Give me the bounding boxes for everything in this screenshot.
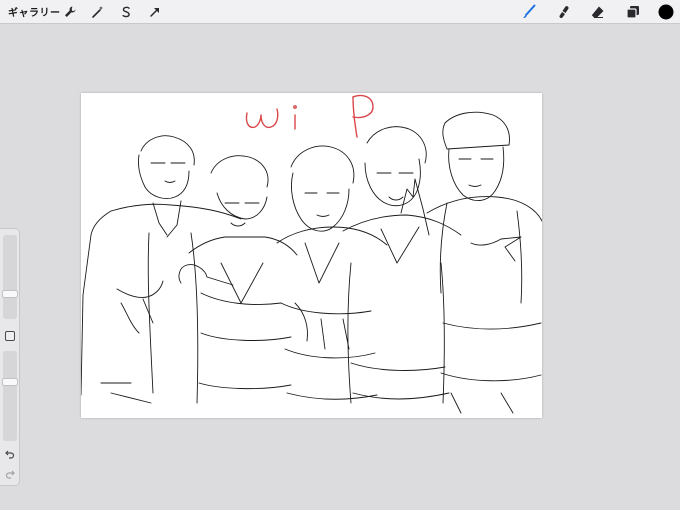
wrench-icon[interactable] — [61, 3, 79, 21]
smudge-icon[interactable] — [555, 3, 573, 21]
color-swatch-icon[interactable] — [657, 3, 675, 21]
drawing-canvas[interactable]: wip — [81, 93, 542, 418]
top-toolbar: ギャラリー — [0, 0, 680, 24]
gallery-button[interactable]: ギャラリー — [8, 4, 61, 19]
brush-size-slider[interactable] — [3, 235, 17, 319]
magic-wand-icon[interactable] — [89, 3, 107, 21]
layers-icon[interactable] — [624, 3, 642, 21]
sketch-artwork: wip — [81, 93, 542, 414]
redo-icon[interactable] — [3, 467, 17, 481]
eraser-icon[interactable] — [589, 3, 607, 21]
arrow-cursor-icon[interactable] — [146, 3, 164, 21]
brush-size-thumb[interactable] — [2, 290, 18, 299]
brush-icon[interactable] — [520, 3, 538, 21]
opacity-slider[interactable] — [3, 351, 17, 441]
undo-icon[interactable] — [3, 447, 17, 461]
left-sidebar — [0, 228, 20, 486]
modifier-square-button[interactable] — [5, 331, 15, 341]
opacity-thumb[interactable] — [2, 378, 18, 387]
selection-s-icon[interactable] — [117, 3, 135, 21]
wip-annotation — [245, 94, 374, 138]
annotation-text: wip — [81, 93, 109, 97]
